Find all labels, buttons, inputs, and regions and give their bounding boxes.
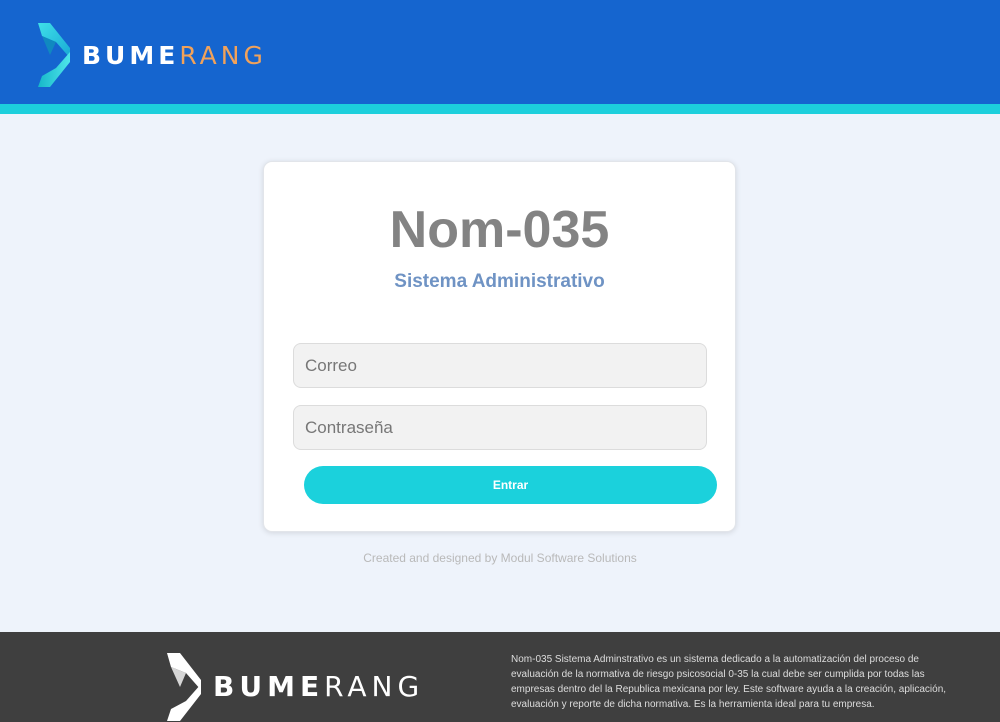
brand-part-1: BUME xyxy=(82,40,180,70)
footer-brand-wordmark: BUMERANG xyxy=(213,673,424,701)
page-subtitle: Sistema Administrativo xyxy=(394,271,605,292)
credit-text: Created and designed by Modul Software S… xyxy=(363,551,637,565)
password-field[interactable] xyxy=(293,405,707,450)
brand-part-2: RANG xyxy=(179,40,267,70)
footer-description: Nom-035 Sistema Adminstrativo es un sist… xyxy=(511,654,947,710)
top-header: BUMERANG xyxy=(0,0,1000,104)
login-button[interactable]: Entrar xyxy=(304,466,717,504)
footer: BUMERANG Nom-035 Sistema Adminstrativo e… xyxy=(0,632,1000,722)
footer-brand-part-1: BUME xyxy=(213,670,325,703)
footer-brand-part-2: RANG xyxy=(324,670,425,703)
header-accent-stripe xyxy=(0,104,1000,114)
boomerang-chevron-icon xyxy=(38,23,70,87)
brand-wordmark: BUMERANG xyxy=(82,43,267,68)
footer-logo: BUMERANG xyxy=(163,652,424,722)
email-field[interactable] xyxy=(293,343,707,388)
login-card: Nom-035 Sistema Administrativo Entrar xyxy=(263,161,736,532)
page-title: Nom-035 xyxy=(389,201,610,259)
boomerang-chevron-icon xyxy=(167,653,201,721)
header-logo[interactable]: BUMERANG xyxy=(34,22,267,88)
